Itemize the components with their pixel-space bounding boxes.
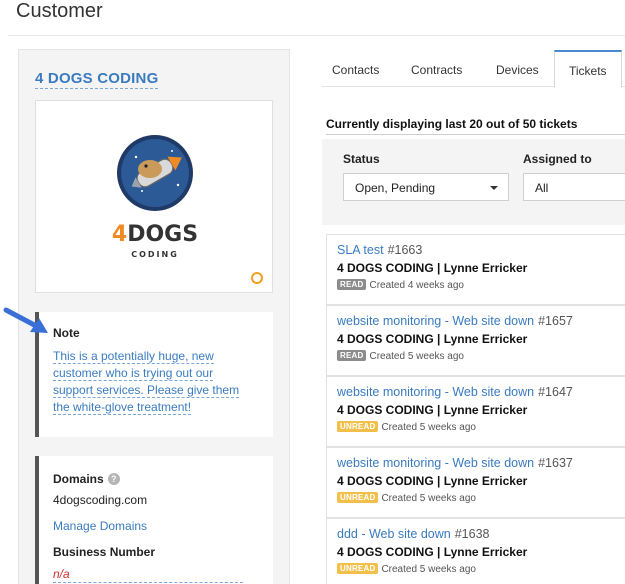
ticket-meta: UNREAD Created 5 weeks ago: [337, 421, 476, 433]
ticket-row[interactable]: ddd - Web site down #1638 4 DOGS CODING |…: [326, 518, 625, 584]
business-number-value[interactable]: n/a: [53, 567, 243, 583]
ticket-customer: 4 DOGS CODING | Lynne Erricker: [337, 545, 528, 559]
ticket-row[interactable]: SLA test #1663 4 DOGS CODING | Lynne Erri…: [326, 234, 625, 305]
ticket-filters: Status Open, Pending Assigned to All: [322, 139, 625, 225]
customer-logo-card: 4DOGS CODING: [35, 100, 273, 293]
business-number-label: Business Number: [53, 545, 156, 559]
tab-tickets[interactable]: Tickets: [554, 50, 622, 88]
domains-label: Domains?: [53, 472, 120, 486]
domain-value: 4dogscoding.com: [53, 493, 148, 507]
ticket-row[interactable]: website monitoring - Web site down #1647 …: [326, 376, 625, 447]
help-icon[interactable]: ?: [107, 473, 120, 485]
customer-logo-image: 4DOGS CODING: [112, 135, 198, 259]
ticket-meta: READ Created 5 weeks ago: [337, 350, 464, 362]
ticket-title[interactable]: SLA test #1663: [337, 243, 422, 257]
customer-name[interactable]: 4 DOGS CODING: [35, 70, 159, 89]
svg-text:CODING: CODING: [131, 250, 179, 259]
status-filter-select[interactable]: Open, Pending: [343, 173, 509, 201]
ticket-title[interactable]: website monitoring - Web site down #1647: [337, 385, 573, 399]
tickets-count-header: Currently displaying last 20 out of 50 t…: [326, 117, 578, 131]
ticket-title[interactable]: website monitoring - Web site down #1657: [337, 314, 573, 328]
customer-sidebar: 4 DOGS CODING 4DOGS CODING Note This is …: [18, 49, 290, 584]
ticket-customer: 4 DOGS CODING | Lynne Erricker: [337, 474, 528, 488]
status-filter-label: Status: [343, 152, 380, 166]
assigned-filter-label: Assigned to: [523, 152, 592, 166]
page-title: Customer: [16, 0, 103, 22]
note-title: Note: [53, 326, 80, 340]
ticket-meta: READ Created 4 weeks ago: [337, 279, 464, 291]
manage-domains-link[interactable]: Manage Domains: [53, 519, 147, 533]
tab-contacts[interactable]: Contacts: [332, 63, 379, 77]
tickets-header-divider: [326, 134, 625, 135]
status-badge: UNREAD: [337, 492, 379, 503]
ticket-row[interactable]: website monitoring - Web site down #1637 …: [326, 447, 625, 518]
ticket-row[interactable]: website monitoring - Web site down #1657 …: [326, 305, 625, 376]
status-badge: UNREAD: [337, 563, 379, 574]
customer-tabs: Contacts Contracts Devices Tickets: [322, 50, 625, 88]
customer-note-card: Note This is a potentially huge, new cus…: [35, 312, 273, 437]
logo-edit-ring-icon[interactable]: [251, 272, 263, 284]
assigned-filter-value: All: [535, 181, 549, 195]
note-text[interactable]: This is a potentially huge, new customer…: [53, 348, 243, 416]
ticket-meta: UNREAD Created 5 weeks ago: [337, 492, 476, 504]
svg-text:4DOGS: 4DOGS: [112, 222, 198, 247]
chevron-down-icon: [490, 186, 498, 190]
status-badge: READ: [337, 279, 367, 290]
logo-wordmark: DOGS: [127, 222, 198, 247]
assigned-filter-select[interactable]: All: [523, 173, 625, 201]
status-filter-value: Open, Pending: [355, 181, 436, 195]
tab-contracts[interactable]: Contracts: [411, 63, 462, 77]
tab-devices[interactable]: Devices: [496, 63, 539, 77]
ticket-title[interactable]: website monitoring - Web site down #1637: [337, 456, 573, 470]
ticket-customer: 4 DOGS CODING | Lynne Erricker: [337, 403, 528, 417]
title-divider: [8, 35, 625, 36]
ticket-customer: 4 DOGS CODING | Lynne Erricker: [337, 261, 528, 275]
ticket-title[interactable]: ddd - Web site down #1638: [337, 527, 490, 541]
status-badge: READ: [337, 350, 367, 361]
ticket-meta: UNREAD Created 5 weeks ago: [337, 563, 476, 575]
status-badge: UNREAD: [337, 421, 379, 432]
ticket-customer: 4 DOGS CODING | Lynne Erricker: [337, 332, 528, 346]
annotation-arrow-icon: [3, 307, 48, 333]
customer-info-card: Domains? 4dogscoding.com Manage Domains …: [35, 456, 273, 584]
